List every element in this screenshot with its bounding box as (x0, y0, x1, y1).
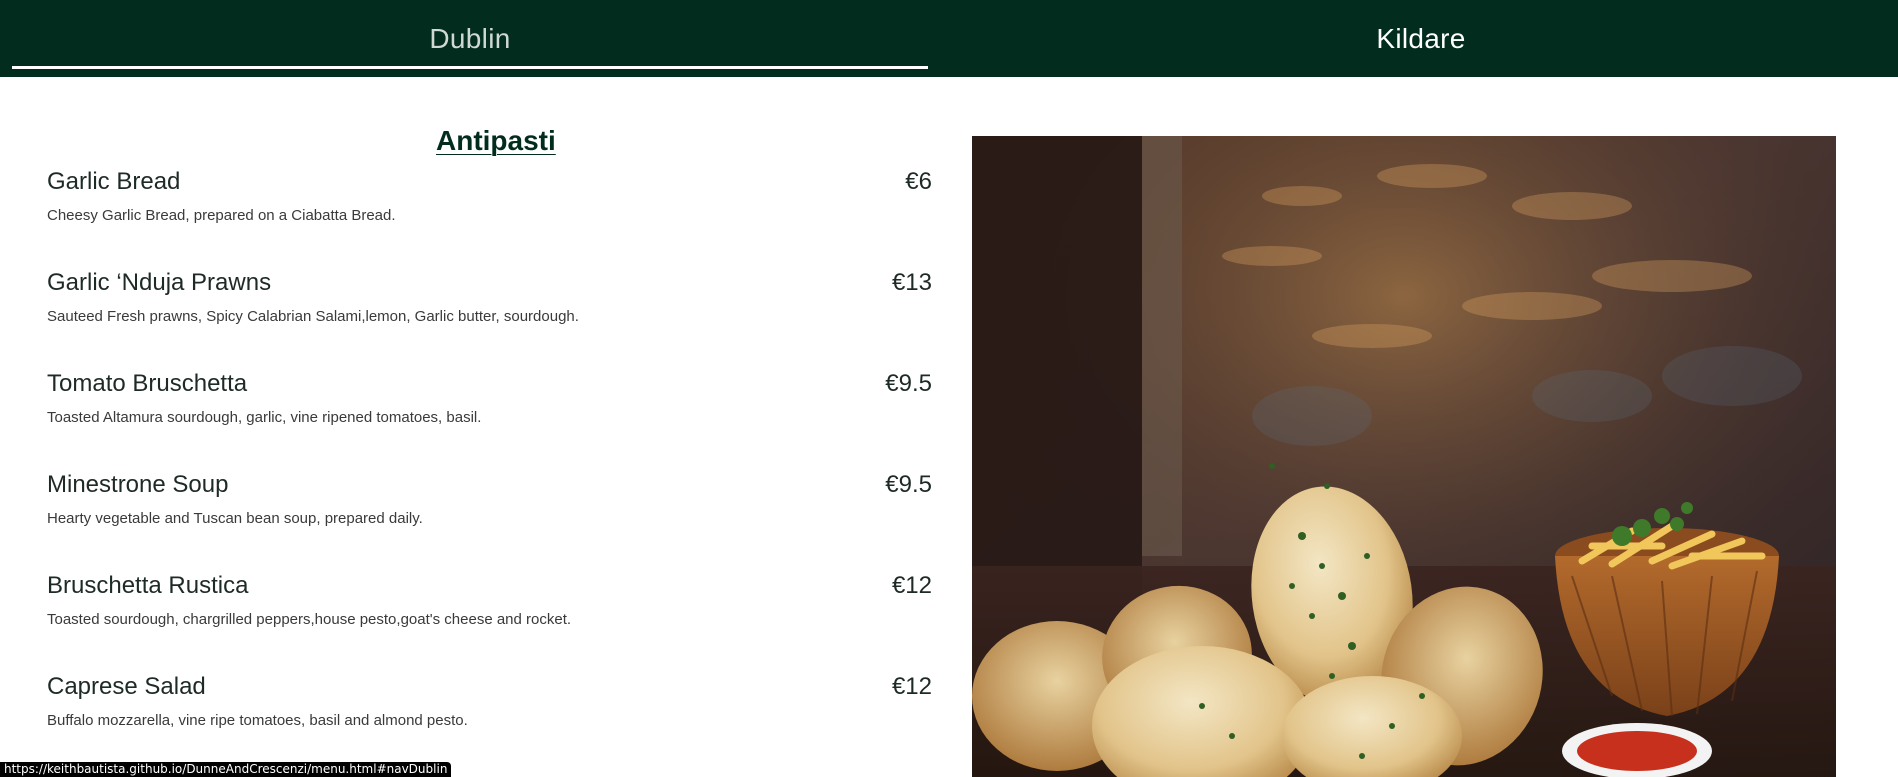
menu-item-price: €9.5 (885, 471, 932, 498)
menu-item: Garlic Bread €6 Cheesy Garlic Bread, pre… (47, 168, 932, 248)
status-bar-url: https://keithbautista.github.io/DunneAnd… (0, 762, 452, 777)
menu-item: Tomato Bruschetta €9.5 Toasted Altamura … (47, 370, 932, 450)
menu-item: Caprese Salad €12 Buffalo mozzarella, vi… (47, 673, 932, 753)
menu-item: Minestrone Soup €9.5 Hearty vegetable an… (47, 471, 932, 551)
garlic-bread-photo (972, 136, 1836, 777)
tab-kildare[interactable]: Kildare (950, 0, 1892, 77)
menu-item-price: €6 (905, 168, 932, 195)
section-title: Antipasti (436, 125, 556, 156)
menu-item-name: Caprese Salad (47, 673, 206, 700)
active-tab-indicator (12, 66, 928, 69)
menu-item-name: Bruschetta Rustica (47, 572, 249, 599)
tab-dublin-label: Dublin (429, 22, 511, 54)
menu-item-description: Toasted sourdough, chargrilled peppers,h… (47, 611, 572, 628)
menu-item-description: Cheesy Garlic Bread, prepared on a Ciaba… (47, 207, 396, 224)
menu-item-price: €12 (891, 673, 932, 700)
menu-item-description: Buffalo mozzarella, vine ripe tomatoes, … (47, 712, 468, 729)
menu-item-price: €9.5 (885, 370, 932, 397)
menu-item-price: €13 (891, 269, 932, 296)
tab-kildare-label: Kildare (1376, 22, 1466, 54)
menu-item: Bruschetta Rustica €12 Toasted sourdough… (47, 572, 932, 652)
menu-item-name: Garlic ‘Nduja Prawns (47, 269, 272, 296)
menu-item-name: Tomato Bruschetta (47, 370, 248, 397)
menu-item-price: €12 (891, 572, 932, 599)
menu-item: Garlic ‘Nduja Prawns €13 Sauteed Fresh p… (47, 269, 932, 349)
menu-item-description: Toasted Altamura sourdough, garlic, vine… (47, 409, 482, 426)
menu-item-name: Minestrone Soup (47, 471, 229, 498)
menu-item-description: Hearty vegetable and Tuscan bean soup, p… (47, 510, 423, 527)
menu-item-description: Sauteed Fresh prawns, Spicy Calabrian Sa… (47, 308, 579, 325)
location-nav: Dublin Kildare (0, 0, 1898, 77)
menu-item-name: Garlic Bread (47, 168, 181, 195)
